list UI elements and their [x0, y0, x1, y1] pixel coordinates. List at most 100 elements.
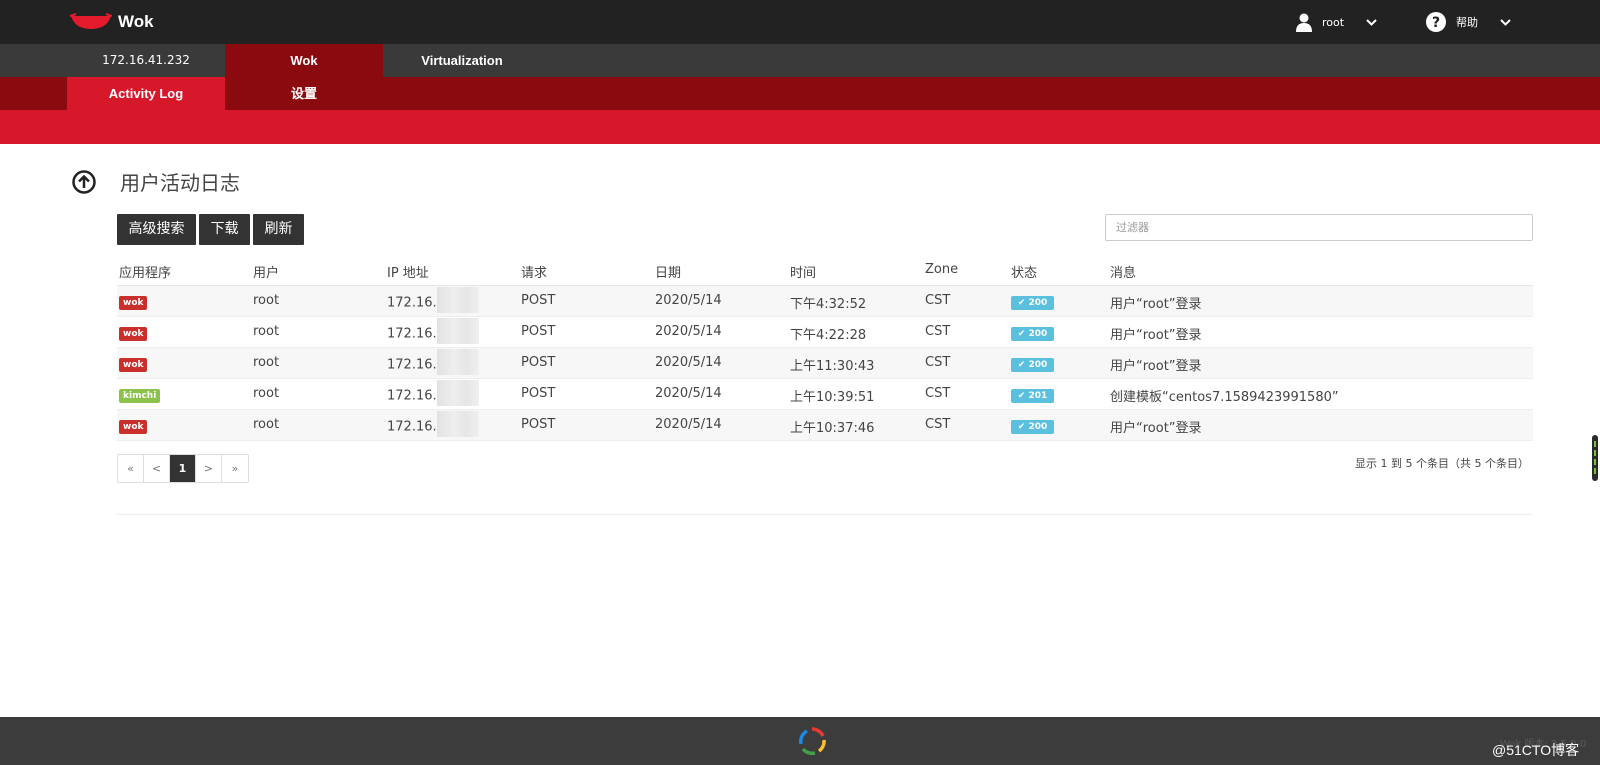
row-message: 用户“root”登录: [1110, 297, 1202, 312]
row-user: root: [253, 386, 280, 401]
collapse-up-icon[interactable]: [72, 170, 96, 194]
table-row[interactable]: wok root 172.16. POST 2020/5/14 上午11:30:…: [117, 348, 1533, 379]
header-status[interactable]: 状态: [1011, 262, 1037, 281]
status-badge: ✔ 200: [1011, 420, 1054, 434]
status-badge: ✔ 201: [1011, 389, 1054, 403]
row-request: POST: [521, 355, 556, 370]
row-user: root: [253, 417, 280, 432]
table-header: 应用程序 用户 IP 地址 请求 日期 时间 Zone 状态 消息: [117, 257, 1533, 286]
brand-name: Wok: [118, 12, 154, 31]
row-request: POST: [521, 324, 556, 339]
row-date: 2020/5/14: [655, 417, 722, 432]
watermark: @51CTO博客: [1492, 742, 1580, 758]
row-time: 下午4:22:28: [790, 328, 867, 343]
row-time: 下午4:32:52: [790, 297, 867, 312]
header-zone[interactable]: Zone: [925, 262, 958, 277]
app-badge: wok: [119, 358, 148, 372]
scroll-indicator[interactable]: [1592, 435, 1598, 481]
page-next-button[interactable]: >: [196, 455, 222, 482]
row-date: 2020/5/14: [655, 324, 722, 339]
status-badge: ✔ 200: [1011, 327, 1054, 341]
page-current-button[interactable]: 1: [170, 455, 196, 482]
ip-redaction: [436, 411, 479, 437]
row-message: 用户“root”登录: [1110, 421, 1202, 436]
filter-input[interactable]: [1105, 214, 1533, 241]
ip-redaction: [436, 349, 479, 375]
status-badge: ✔ 200: [1011, 296, 1054, 310]
row-ip: 172.16.: [387, 349, 479, 375]
header-message[interactable]: 消息: [1110, 262, 1136, 281]
advanced-search-button[interactable]: 高级搜索: [117, 214, 196, 245]
wok-logo-icon: [70, 13, 112, 29]
row-ip: 172.16.: [387, 318, 479, 344]
user-name: root: [1322, 15, 1345, 29]
table-row[interactable]: wok root 172.16. POST 2020/5/14 下午4:22:2…: [117, 317, 1533, 348]
header-time[interactable]: 时间: [790, 262, 816, 281]
header-band: [0, 110, 1600, 144]
header-ip[interactable]: IP 地址: [387, 262, 429, 281]
row-ip: 172.16.: [387, 287, 479, 313]
header-date[interactable]: 日期: [655, 262, 681, 281]
row-user: root: [253, 293, 280, 308]
row-ip: 172.16.: [387, 380, 479, 406]
ip-redaction: [436, 380, 479, 406]
host-nav: 172.16.41.232 Wok Virtualization: [0, 44, 1600, 77]
user-menu[interactable]: root: [1296, 10, 1377, 34]
kimchi-logo-icon: [799, 727, 826, 755]
row-message: 用户“root”登录: [1110, 328, 1202, 343]
svg-text:?: ?: [1432, 15, 1440, 31]
tab-activity-log[interactable]: Activity Log: [67, 77, 225, 110]
row-zone: CST: [925, 324, 951, 339]
row-ip: 172.16.: [387, 411, 479, 437]
top-bar: Wok root ? 帮助: [0, 0, 1600, 44]
footer: Wok 版本: 2.5.0-0: [0, 717, 1600, 765]
status-badge: ✔ 200: [1011, 358, 1054, 372]
page-first-button[interactable]: «: [118, 455, 144, 482]
row-zone: CST: [925, 386, 951, 401]
row-user: root: [253, 324, 280, 339]
app-badge: kimchi: [119, 389, 161, 403]
row-date: 2020/5/14: [655, 386, 722, 401]
tab-settings[interactable]: 设置: [225, 77, 383, 110]
page-title: 用户活动日志: [120, 171, 240, 195]
row-zone: CST: [925, 293, 951, 308]
brand-logo[interactable]: Wok: [70, 9, 154, 35]
page-prev-button[interactable]: <: [144, 455, 170, 482]
pagination-info: 显示 1 到 5 个条目（共 5 个条目）: [1355, 457, 1529, 470]
table-row[interactable]: wok root 172.16. POST 2020/5/14 下午4:32:5…: [117, 286, 1533, 317]
table-row[interactable]: wok root 172.16. POST 2020/5/14 上午10:37:…: [117, 410, 1533, 441]
help-icon: ?: [1426, 12, 1446, 32]
app-badge: wok: [119, 296, 148, 310]
table-row[interactable]: kimchi root 172.16. POST 2020/5/14 上午10:…: [117, 379, 1533, 410]
refresh-button[interactable]: 刷新: [253, 214, 304, 245]
chevron-down-icon: [1500, 18, 1511, 26]
header-request[interactable]: 请求: [521, 262, 547, 281]
row-request: POST: [521, 417, 556, 432]
row-zone: CST: [925, 417, 951, 432]
row-date: 2020/5/14: [655, 293, 722, 308]
header-user[interactable]: 用户: [253, 262, 279, 281]
ip-redaction: [436, 287, 479, 313]
row-zone: CST: [925, 355, 951, 370]
row-request: POST: [521, 293, 556, 308]
activity-log-table: 应用程序 用户 IP 地址 请求 日期 时间 Zone 状态 消息 wok ro…: [117, 257, 1533, 441]
app-badge: wok: [119, 327, 148, 341]
help-menu[interactable]: ? 帮助: [1426, 10, 1511, 34]
user-icon: [1296, 13, 1312, 32]
page-last-button[interactable]: »: [222, 455, 248, 482]
header-application[interactable]: 应用程序: [119, 262, 171, 281]
row-time: 上午11:30:43: [790, 359, 875, 374]
sub-nav: Activity Log 设置: [0, 77, 1600, 110]
row-date: 2020/5/14: [655, 355, 722, 370]
download-button[interactable]: 下载: [199, 214, 250, 245]
row-user: root: [253, 355, 280, 370]
tab-virtualization[interactable]: Virtualization: [383, 44, 541, 77]
pagination: « < 1 > »: [117, 454, 249, 483]
ip-redaction: [436, 318, 479, 344]
row-message: 创建模板“centos7.1589423991580”: [1110, 390, 1339, 405]
divider: [117, 514, 1533, 515]
tab-wok[interactable]: Wok: [225, 44, 383, 77]
row-time: 上午10:39:51: [790, 390, 875, 405]
row-time: 上午10:37:46: [790, 421, 875, 436]
help-label: 帮助: [1456, 16, 1478, 29]
